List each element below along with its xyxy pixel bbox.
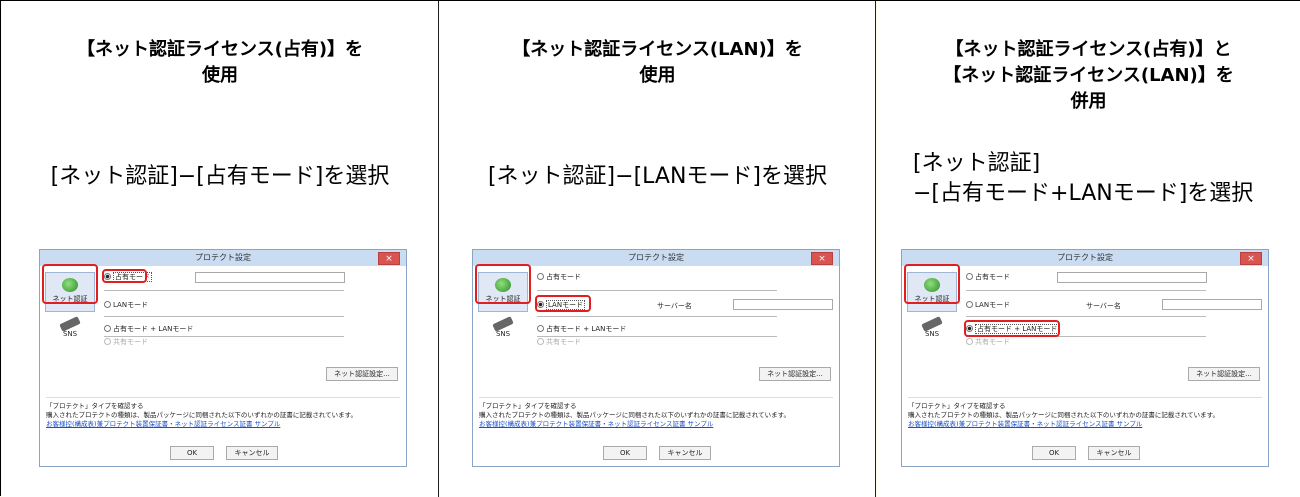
info-text: 購入されたプロテクトの種類は、製品パッケージに同梱された以下のいずれかの証書に記… bbox=[46, 411, 358, 419]
net-auth-settings-button[interactable]: ネット認証設定... bbox=[759, 367, 831, 381]
highlight-selected-option bbox=[102, 269, 147, 283]
highlight-side-button bbox=[42, 264, 98, 304]
heading-line: 【ネット認証ライセンス(占有)】と bbox=[945, 39, 1232, 60]
radio-label: 占有モード + LANモード bbox=[546, 325, 627, 333]
ok-button[interactable]: OK bbox=[170, 446, 214, 460]
sample-link[interactable]: お客様控(構成表)兼プロテクト装置保証書・ネット認証ライセンス証書 サンプル bbox=[479, 420, 833, 429]
sns-side-button[interactable]: SNS bbox=[478, 314, 528, 354]
radio-label: 共有モード bbox=[113, 338, 148, 346]
panel-heading: 【ネット認証ライセンス(占有)】を 使用 bbox=[2, 37, 438, 89]
heading-line: 【ネット認証ライセンス(LAN)】を bbox=[512, 39, 803, 60]
radio-shared-mode[interactable]: 共有モード bbox=[537, 337, 581, 347]
server-name-input[interactable] bbox=[1162, 299, 1262, 310]
protect-type-info: 「プロテクト」タイプを確認する 購入されたプロテクトの種類は、製品パッケージに同… bbox=[908, 397, 1262, 436]
radio-shared-mode[interactable]: 共有モード bbox=[966, 337, 1010, 347]
server-name-input[interactable] bbox=[733, 299, 833, 310]
server-name-label: サーバー名 bbox=[657, 302, 692, 310]
radio-dot bbox=[537, 273, 544, 280]
divider bbox=[966, 316, 1206, 317]
info-text: 購入されたプロテクトの種類は、製品パッケージに同梱された以下のいずれかの証書に記… bbox=[479, 411, 791, 419]
side-sns-label: SNS bbox=[924, 330, 940, 338]
exclusive-field bbox=[1057, 272, 1207, 283]
radio-dot bbox=[966, 273, 973, 280]
panel-heading: 【ネット認証ライセンス(LAN)】を 使用 bbox=[440, 37, 875, 89]
radio-label: LANモード bbox=[113, 301, 149, 309]
divider bbox=[537, 290, 777, 291]
protect-settings-dialog: プロテクト設定 × ネット認証 SNS 占有モード LANモード 占有モード +… bbox=[39, 249, 407, 467]
sample-link[interactable]: お客様控(構成表)兼プロテクト装置保証書・ネット認証ライセンス証書 サンプル bbox=[46, 420, 400, 429]
protect-type-info: 「プロテクト」タイプを確認する 購入されたプロテクトの種類は、製品パッケージに同… bbox=[479, 397, 833, 436]
instruction-line: [ネット認証]−[LANモード]を選択 bbox=[487, 164, 828, 189]
radio-dot bbox=[104, 338, 111, 345]
sns-side-button[interactable]: SNS bbox=[907, 314, 957, 354]
heading-line: 併用 bbox=[1070, 91, 1107, 112]
highlight-side-button bbox=[475, 264, 531, 304]
protect-type-info: 「プロテクト」タイプを確認する 購入されたプロテクトの種類は、製品パッケージに同… bbox=[46, 397, 400, 436]
panel-instruction: [ネット認証]−[LANモード]を選択 bbox=[440, 162, 875, 192]
info-title: 「プロテクト」タイプを確認する bbox=[46, 402, 144, 410]
ok-button[interactable]: OK bbox=[603, 446, 647, 460]
radio-exclusive-mode[interactable]: 占有モード bbox=[537, 272, 581, 282]
cancel-button[interactable]: キャンセル bbox=[659, 446, 711, 460]
server-name-label: サーバー名 bbox=[1086, 302, 1121, 310]
protect-settings-dialog: プロテクト設定 × ネット認証 SNS 占有モード LANモード サーバー名 占… bbox=[901, 249, 1269, 467]
heading-line: 使用 bbox=[639, 65, 676, 86]
protect-settings-dialog: プロテクト設定 × ネット認証 SNS 占有モード LANモード サーバー名 占… bbox=[472, 249, 840, 467]
radio-dot bbox=[966, 301, 973, 308]
info-title: 「プロテクト」タイプを確認する bbox=[479, 402, 577, 410]
ok-button[interactable]: OK bbox=[1032, 446, 1076, 460]
divider bbox=[537, 316, 777, 317]
close-button[interactable]: × bbox=[1240, 252, 1262, 265]
side-sns-label: SNS bbox=[62, 330, 78, 338]
instruction-line: [ネット認証]−[占有モード]を選択 bbox=[50, 164, 390, 189]
radio-lan-mode[interactable]: LANモード bbox=[104, 300, 148, 310]
divider bbox=[104, 316, 344, 317]
divider bbox=[966, 290, 1206, 291]
radio-label: 占有モード + LANモード bbox=[113, 325, 194, 333]
divider bbox=[104, 290, 344, 291]
heading-line: 使用 bbox=[202, 65, 238, 86]
heading-line: 【ネット認証ライセンス(LAN)】を bbox=[943, 65, 1234, 86]
close-button[interactable]: × bbox=[811, 252, 833, 265]
radio-label: LANモード bbox=[975, 301, 1011, 309]
highlight-selected-option bbox=[535, 295, 591, 312]
panel-combined: 【ネット認証ライセンス(占有)】と 【ネット認証ライセンス(LAN)】を 併用 … bbox=[877, 1, 1300, 497]
cancel-button[interactable]: キャンセル bbox=[1088, 446, 1140, 460]
radio-dot bbox=[966, 338, 973, 345]
cancel-button[interactable]: キャンセル bbox=[226, 446, 278, 460]
side-sns-label: SNS bbox=[495, 330, 511, 338]
panel-exclusive: 【ネット認証ライセンス(占有)】を 使用 [ネット認証]−[占有モード]を選択 … bbox=[2, 1, 439, 497]
instruction-line: −[占有モード+LANモード]を選択 bbox=[913, 181, 1254, 206]
radio-dot bbox=[104, 301, 111, 308]
panel-instruction: [ネット認証]−[占有モード]を選択 bbox=[2, 162, 438, 192]
info-text: 購入されたプロテクトの種類は、製品パッケージに同梱された以下のいずれかの証書に記… bbox=[908, 411, 1220, 419]
panel-heading: 【ネット認証ライセンス(占有)】と 【ネット認証ライセンス(LAN)】を 併用 bbox=[877, 37, 1300, 115]
info-title: 「プロテクト」タイプを確認する bbox=[908, 402, 1006, 410]
close-button[interactable]: × bbox=[378, 252, 400, 265]
radio-shared-mode[interactable]: 共有モード bbox=[104, 337, 148, 347]
radio-dot bbox=[537, 338, 544, 345]
radio-lan-mode[interactable]: LANモード bbox=[966, 300, 1010, 310]
radio-dot bbox=[104, 325, 111, 332]
radio-combined-mode[interactable]: 占有モード + LANモード bbox=[537, 324, 626, 334]
panel-instruction: [ネット認証] −[占有モード+LANモード]を選択 bbox=[913, 149, 1300, 209]
highlight-selected-option bbox=[964, 320, 1060, 337]
comparison-table: 【ネット認証ライセンス(占有)】を 使用 [ネット認証]−[占有モード]を選択 … bbox=[0, 0, 1300, 497]
radio-label: 占有モード bbox=[975, 273, 1010, 281]
net-auth-settings-button[interactable]: ネット認証設定... bbox=[1188, 367, 1260, 381]
exclusive-field bbox=[195, 272, 345, 283]
radio-combined-mode[interactable]: 占有モード + LANモード bbox=[104, 324, 193, 334]
radio-label: 共有モード bbox=[546, 338, 581, 346]
radio-label: 共有モード bbox=[975, 338, 1010, 346]
heading-line: 【ネット認証ライセンス(占有)】を bbox=[76, 39, 364, 60]
sample-link[interactable]: お客様控(構成表)兼プロテクト装置保証書・ネット認証ライセンス証書 サンプル bbox=[908, 420, 1262, 429]
radio-exclusive-mode[interactable]: 占有モード bbox=[966, 272, 1010, 282]
radio-dot bbox=[537, 325, 544, 332]
panel-lan: 【ネット認証ライセンス(LAN)】を 使用 [ネット認証]−[LANモード]を選… bbox=[440, 1, 876, 497]
sns-side-button[interactable]: SNS bbox=[45, 314, 95, 354]
radio-label: 占有モード bbox=[546, 273, 581, 281]
net-auth-settings-button[interactable]: ネット認証設定... bbox=[326, 367, 398, 381]
instruction-line: [ネット認証] bbox=[913, 151, 1041, 176]
highlight-side-button bbox=[904, 264, 960, 304]
